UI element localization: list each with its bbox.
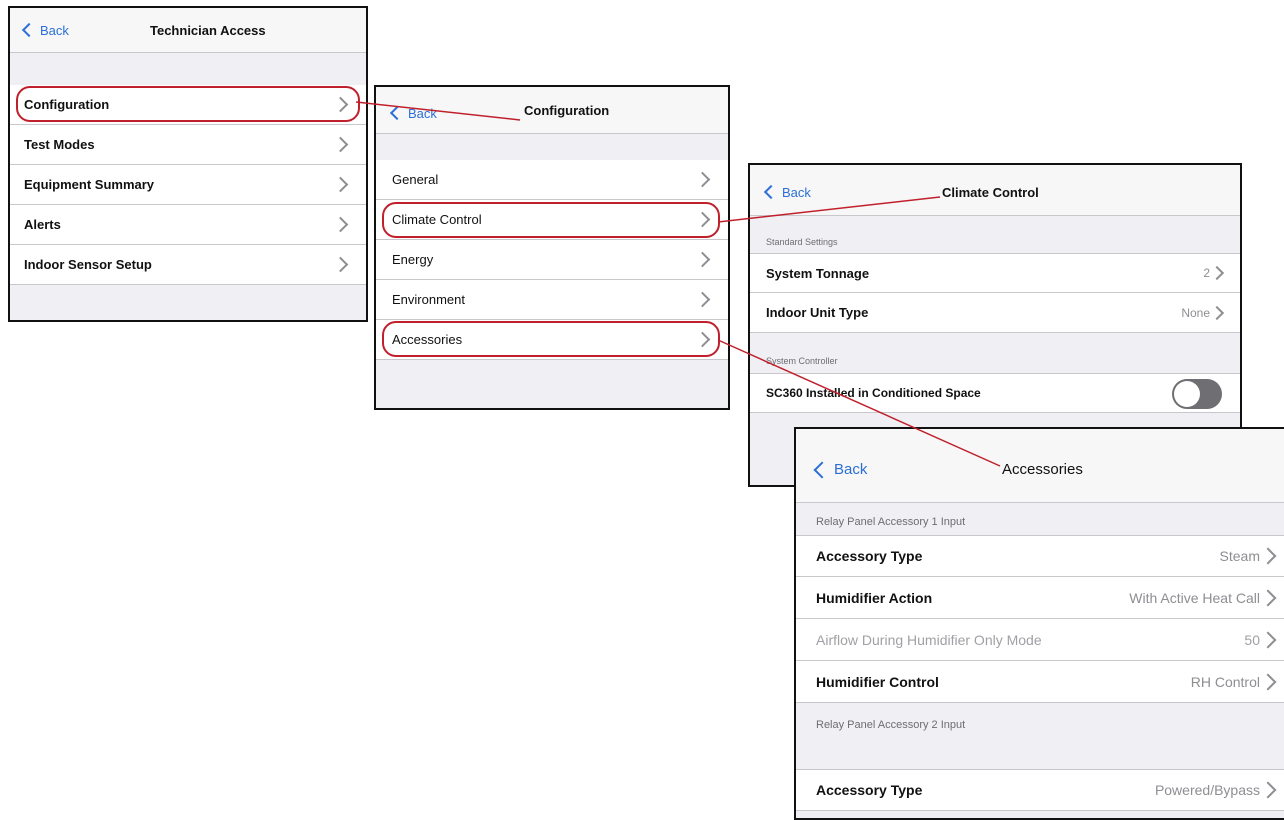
chevron-right-icon <box>1209 265 1225 281</box>
setting-value: Powered/Bypass <box>1154 782 1260 798</box>
chevron-left-icon <box>389 105 405 121</box>
section-header: System Controller <box>766 356 838 366</box>
section-header: Standard Settings <box>766 237 838 247</box>
sc360-toggle-switch[interactable] <box>1172 379 1222 409</box>
setting-label: Humidifier Control <box>816 673 939 690</box>
chevron-right-icon <box>332 176 349 193</box>
setting-row-system-tonnage[interactable]: System Tonnage 2 <box>750 253 1240 293</box>
back-label: Back <box>408 105 437 121</box>
highlight-climate-control <box>382 202 720 238</box>
setting-label: Airflow During Humidifier Only Mode <box>816 631 1042 648</box>
setting-label: Humidifier Action <box>816 589 933 606</box>
menu-item-test-modes[interactable]: Test Modes <box>10 125 366 165</box>
setting-value: RH Control <box>1190 673 1260 690</box>
chevron-left-icon <box>813 461 831 478</box>
menu-item-energy[interactable]: Energy <box>376 240 728 280</box>
page-title: Climate Control <box>942 184 1039 200</box>
back-button[interactable]: Back <box>389 93 437 133</box>
setting-label: System Tonnage <box>766 265 870 281</box>
menu-item-alerts[interactable]: Alerts <box>10 205 366 245</box>
back-label: Back <box>834 461 868 478</box>
chevron-right-icon <box>332 216 349 233</box>
chevron-left-icon <box>763 184 779 200</box>
setting-value: None <box>1181 305 1210 320</box>
back-button[interactable]: Back <box>21 8 69 52</box>
nav-bar: Back Climate Control <box>750 165 1240 216</box>
chevron-left-icon <box>21 22 37 38</box>
page-title: Configuration <box>524 102 610 118</box>
setting-value: Steam <box>1219 548 1260 564</box>
setting-label: Accessory Type <box>816 782 923 798</box>
page-title: Technician Access <box>150 22 266 38</box>
highlight-accessories <box>382 321 720 357</box>
setting-row-airflow-humidifier-only: Airflow During Humidifier Only Mode 50 <box>796 619 1284 661</box>
back-button[interactable]: Back <box>813 437 868 502</box>
page-title: Accessories <box>1002 461 1083 478</box>
technician-access-screen: Back Technician Access Configuration Tes… <box>8 6 368 322</box>
menu-item-label: Indoor Sensor Setup <box>24 257 152 272</box>
chevron-right-icon <box>1259 589 1277 606</box>
menu-item-equipment-summary[interactable]: Equipment Summary <box>10 165 366 205</box>
setting-value: 50 <box>1244 631 1260 648</box>
menu-item-label: Alerts <box>24 217 61 232</box>
chevron-right-icon <box>1259 781 1277 799</box>
section-header: Relay Panel Accessory 2 Input <box>816 719 966 731</box>
chevron-right-icon <box>1259 631 1277 648</box>
menu-item-general[interactable]: General <box>376 160 728 200</box>
menu-item-label: Test Modes <box>24 137 95 152</box>
setting-row-accessory-type-2[interactable]: Accessory Type Powered/Bypass <box>796 769 1284 811</box>
chevron-right-icon <box>332 136 349 153</box>
chevron-right-icon <box>1209 305 1225 320</box>
back-button[interactable]: Back <box>763 169 811 215</box>
highlight-configuration <box>16 86 360 122</box>
menu-item-environment[interactable]: Environment <box>376 280 728 320</box>
accessories-screen: Back Accessories Relay Panel Accessory 1… <box>794 427 1284 820</box>
setting-row-humidifier-control[interactable]: Humidifier Control RH Control <box>796 661 1284 703</box>
toggle-row-sc360: SC360 Installed in Conditioned Space <box>750 373 1240 413</box>
nav-bar: Back Configuration <box>376 87 728 134</box>
chevron-right-icon <box>694 291 711 308</box>
menu-item-label: Equipment Summary <box>24 177 155 192</box>
chevron-right-icon <box>694 171 711 188</box>
menu-item-label: General <box>392 172 439 187</box>
nav-bar: Back Technician Access <box>10 8 366 53</box>
toggle-label: SC360 Installed in Conditioned Space <box>766 386 981 400</box>
setting-row-humidifier-action[interactable]: Humidifier Action With Active Heat Call <box>796 577 1284 619</box>
section-header: Relay Panel Accessory 1 Input <box>816 516 966 528</box>
nav-bar: Back Accessories <box>796 429 1284 503</box>
chevron-right-icon <box>1259 547 1277 565</box>
toggle-knob <box>1174 381 1200 407</box>
back-label: Back <box>40 22 69 38</box>
menu-item-label: Energy <box>392 252 434 267</box>
menu-item-indoor-sensor-setup[interactable]: Indoor Sensor Setup <box>10 245 366 285</box>
configuration-screen: Back Configuration General Climate Contr… <box>374 85 730 410</box>
setting-row-indoor-unit-type[interactable]: Indoor Unit Type None <box>750 293 1240 333</box>
back-label: Back <box>782 184 811 200</box>
setting-label: Indoor Unit Type <box>766 305 869 320</box>
menu-item-label: Environment <box>392 292 465 307</box>
chevron-right-icon <box>694 251 711 268</box>
setting-row-accessory-type[interactable]: Accessory Type Steam <box>796 535 1284 577</box>
setting-label: Accessory Type <box>816 548 923 564</box>
chevron-right-icon <box>332 256 349 273</box>
setting-value: With Active Heat Call <box>1129 589 1260 606</box>
chevron-right-icon <box>1259 673 1277 690</box>
